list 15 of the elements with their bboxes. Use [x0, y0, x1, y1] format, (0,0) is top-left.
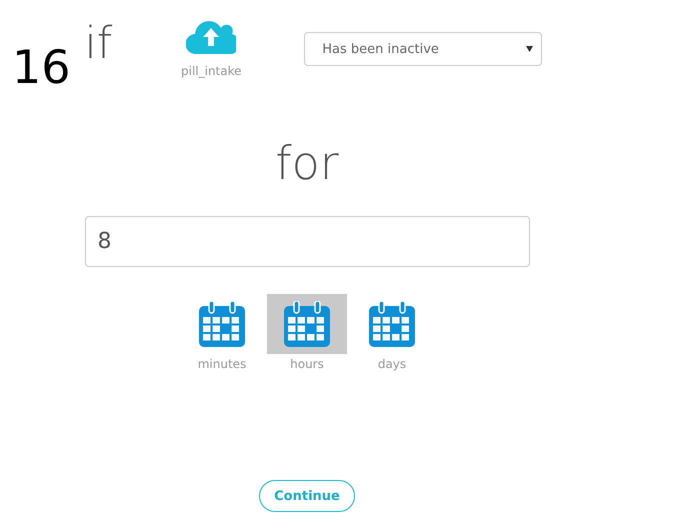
connector-word: for	[275, 140, 339, 186]
unit-option[interactable]	[267, 294, 347, 354]
caret-icon	[526, 46, 534, 52]
unit-label: minutes	[198, 357, 246, 371]
unit-label: days	[378, 357, 406, 371]
step-number: 16	[12, 44, 71, 90]
unit-label: hours	[290, 357, 324, 371]
calendar-icon	[369, 301, 415, 347]
calendar-icon	[284, 301, 330, 347]
calendar-icon	[199, 301, 245, 347]
state-select[interactable]: Has been inactive	[304, 32, 542, 66]
condition-word: if	[84, 22, 112, 66]
cloud-upload-icon[interactable]	[186, 20, 236, 54]
duration-field[interactable]: 8	[84, 216, 530, 267]
source-label: pill_intake	[181, 64, 242, 78]
